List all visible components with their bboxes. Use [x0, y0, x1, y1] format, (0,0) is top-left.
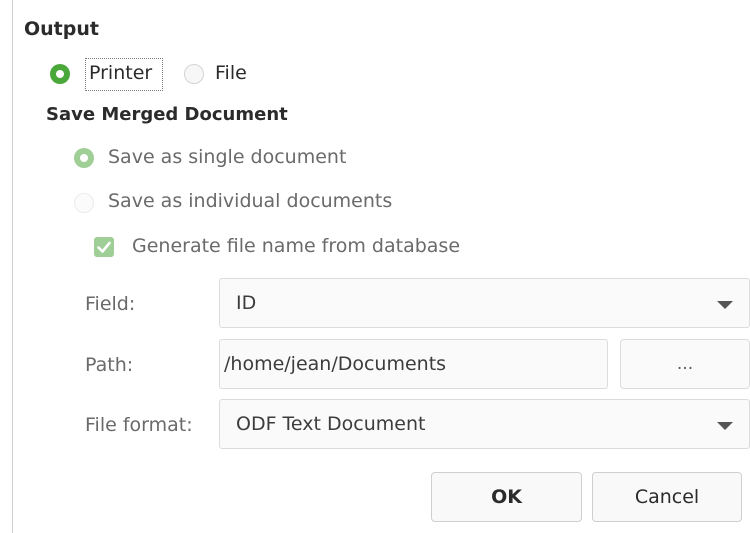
generate-filename-label[interactable]: Generate file name from database [132, 235, 460, 257]
path-input-value: /home/jean/Documents [224, 353, 447, 375]
chevron-down-icon [717, 301, 733, 309]
printer-label[interactable]: Printer [89, 62, 152, 84]
printer-radio[interactable] [50, 64, 70, 84]
ok-button[interactable]: OK [431, 472, 582, 522]
file-radio[interactable] [184, 64, 204, 84]
field-dropdown-value: ID [236, 292, 257, 314]
path-label: Path: [85, 354, 134, 376]
generate-filename-checkbox[interactable] [94, 237, 114, 257]
check-icon [97, 241, 111, 253]
output-heading: Output [24, 18, 99, 40]
save-individual-radio[interactable] [74, 193, 94, 213]
save-individual-label[interactable]: Save as individual documents [108, 190, 392, 212]
save-single-label[interactable]: Save as single document [108, 146, 346, 168]
mail-merge-output-dialog: Output Printer File Save Merged Document… [0, 0, 750, 533]
file-label[interactable]: File [215, 62, 247, 84]
field-dropdown[interactable]: ID [219, 278, 750, 328]
chevron-down-icon [717, 422, 733, 430]
file-format-dropdown-value: ODF Text Document [236, 413, 426, 435]
save-merged-heading: Save Merged Document [46, 104, 288, 125]
file-format-label: File format: [85, 414, 193, 436]
dialog-left-border [12, 0, 13, 533]
path-input[interactable]: /home/jean/Documents [219, 339, 608, 389]
save-single-radio[interactable] [74, 148, 94, 168]
file-format-dropdown[interactable]: ODF Text Document [219, 399, 750, 449]
browse-button[interactable]: ... [620, 339, 750, 389]
field-label: Field: [85, 293, 136, 315]
cancel-button[interactable]: Cancel [592, 472, 742, 522]
